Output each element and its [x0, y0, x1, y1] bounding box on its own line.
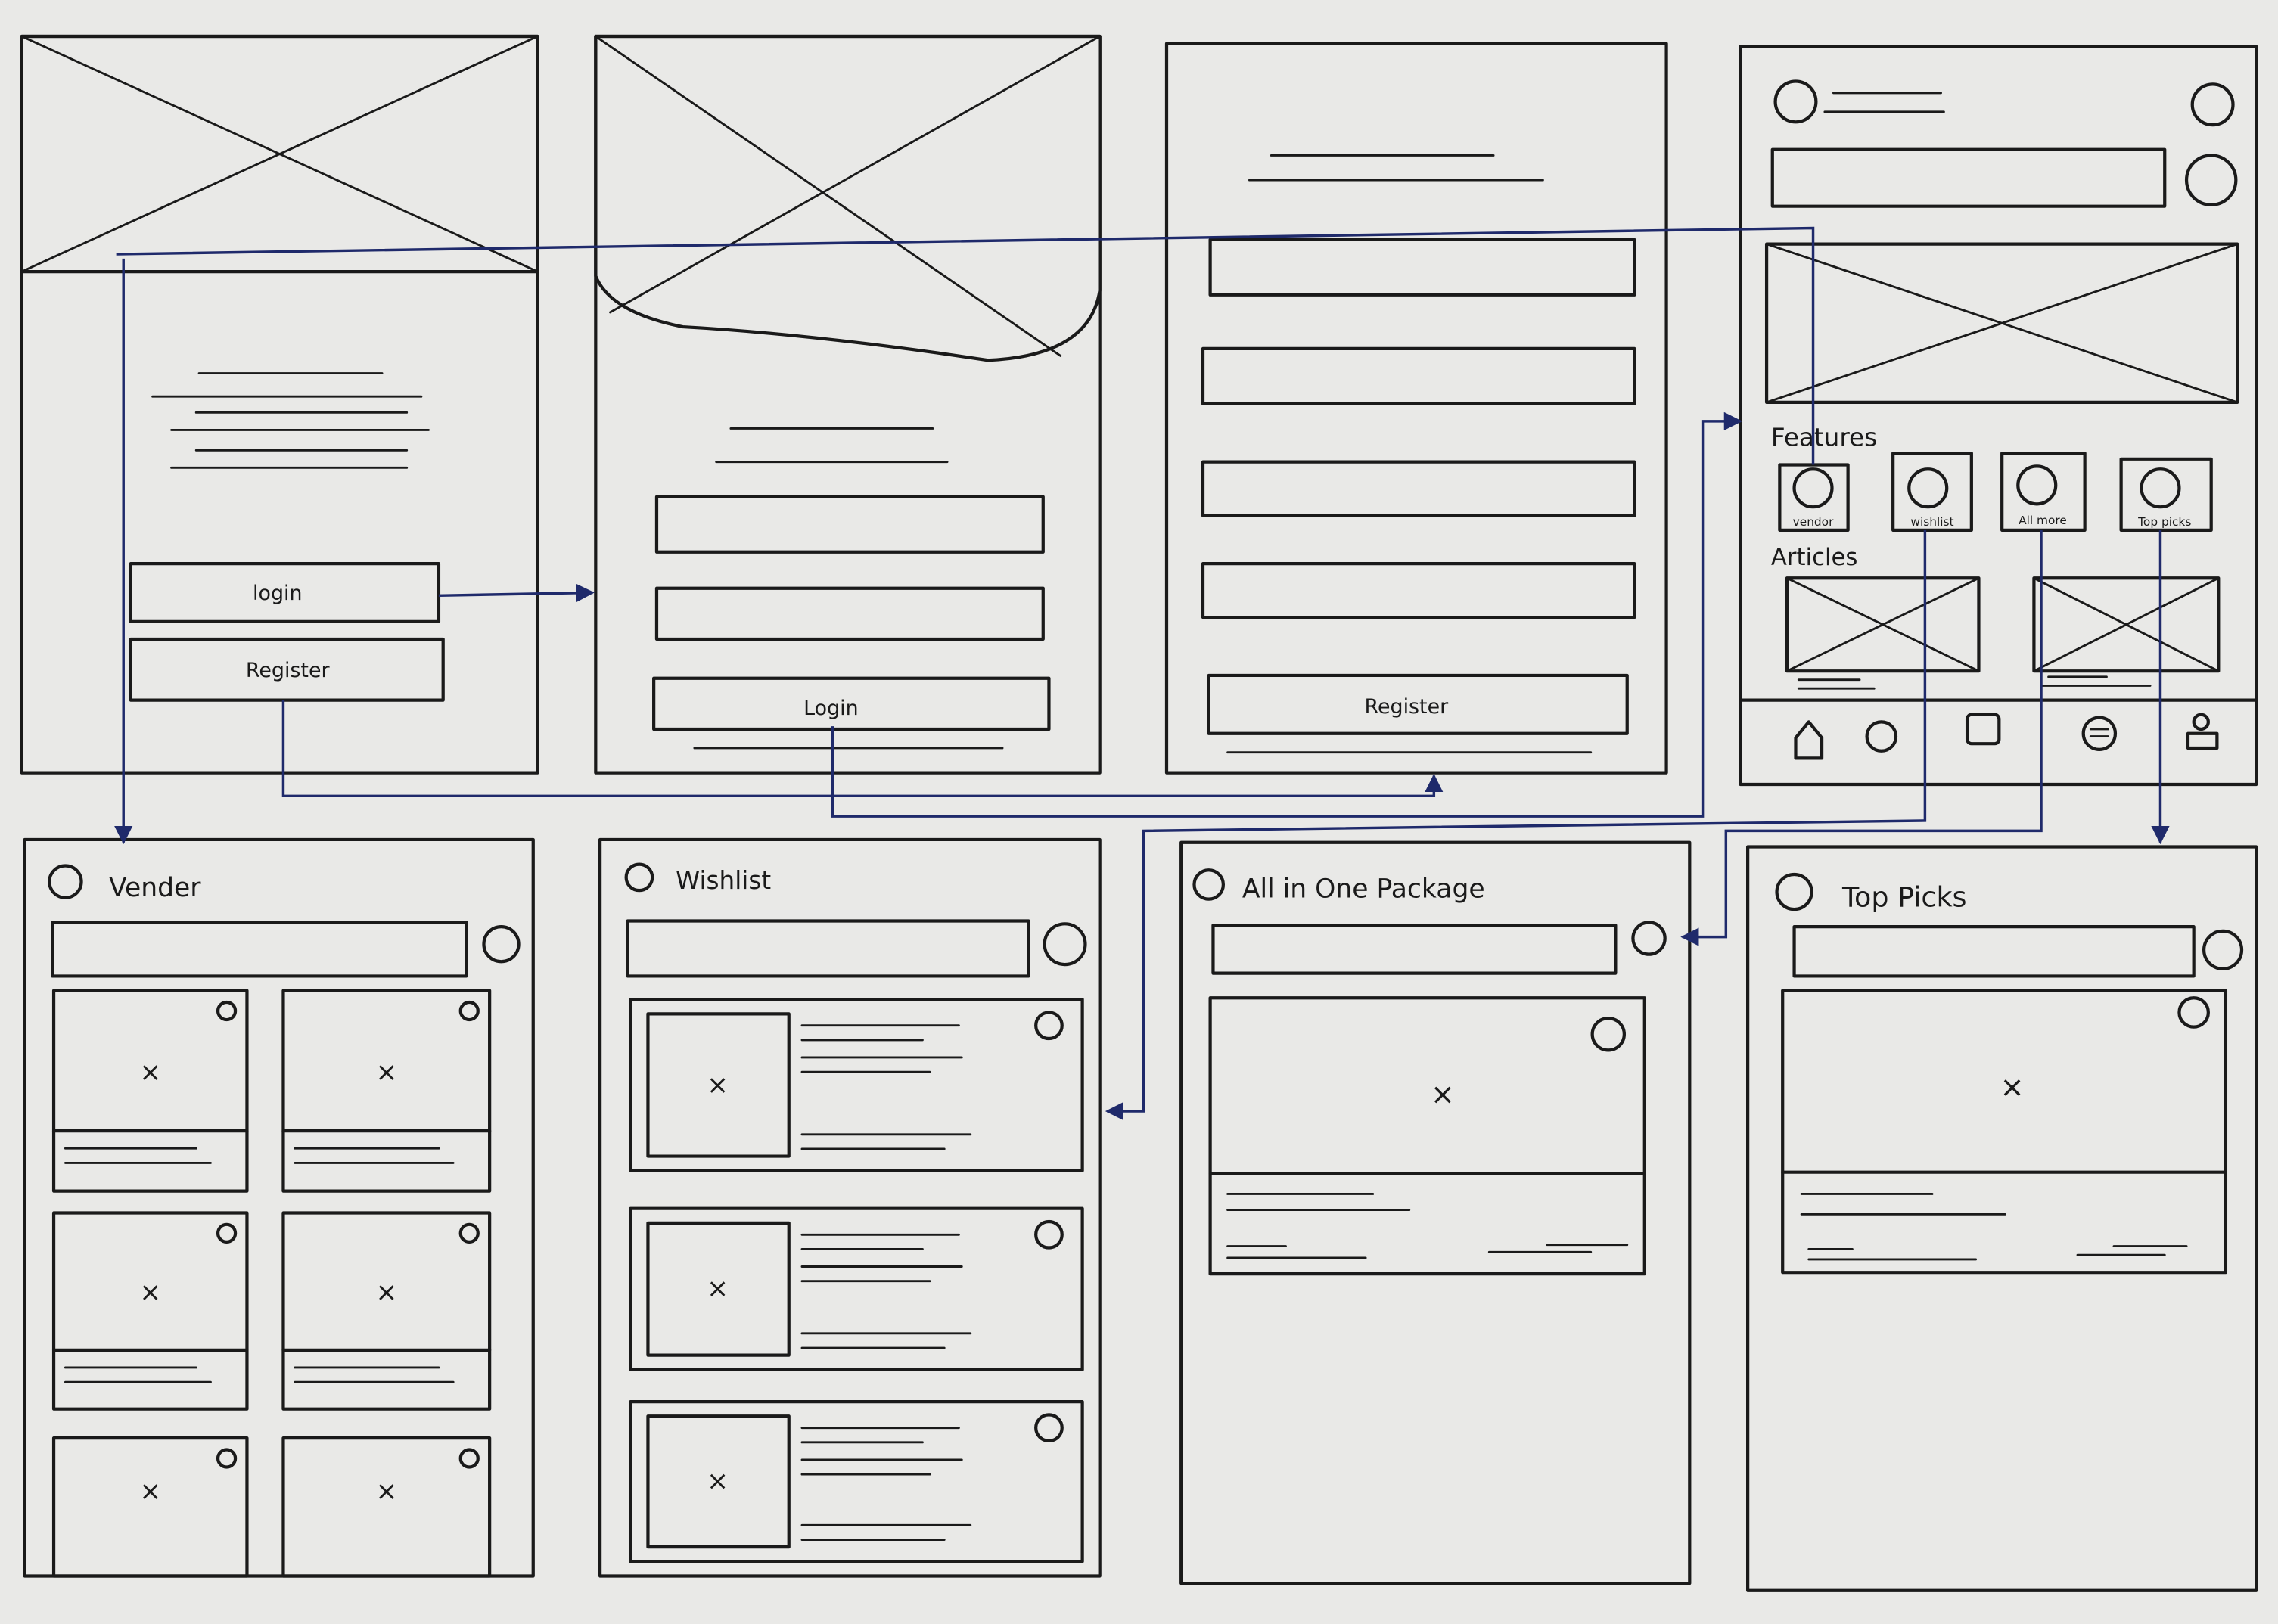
screen-title: Top Picks: [1841, 880, 1967, 913]
image-placeholder-x: ×: [139, 1477, 161, 1507]
svg-text:login: login: [253, 582, 302, 605]
features-heading: Features: [1771, 424, 1877, 452]
svg-text:Register: Register: [246, 659, 331, 682]
image-placeholder-x: ×: [139, 1278, 161, 1308]
svg-text:Register: Register: [1365, 695, 1450, 719]
image-placeholder-x: ×: [707, 1466, 729, 1496]
image-placeholder-x: ×: [375, 1477, 397, 1507]
svg-text:vendor: vendor: [1793, 515, 1834, 529]
screen-title: Vender: [109, 873, 201, 903]
svg-text:Top picks: Top picks: [2137, 515, 2191, 529]
svg-text:Login: Login: [803, 697, 859, 720]
image-placeholder-x: ×: [375, 1278, 397, 1308]
image-placeholder-x: ×: [2000, 1070, 2025, 1104]
svg-text:All more: All more: [2019, 514, 2067, 527]
image-placeholder-x: ×: [139, 1057, 161, 1088]
wireframe-sketch: login Register Login Register Features v: [0, 0, 2278, 1624]
screen-title: All in One Package: [1242, 874, 1485, 905]
image-placeholder-x: ×: [707, 1070, 729, 1101]
svg-text:wishlist: wishlist: [1910, 515, 1953, 529]
image-placeholder-x: ×: [707, 1274, 729, 1304]
image-placeholder-x: ×: [375, 1057, 397, 1088]
articles-heading: Articles: [1771, 544, 1858, 571]
screen-title: Wishlist: [676, 866, 771, 895]
image-placeholder-x: ×: [1431, 1077, 1455, 1111]
